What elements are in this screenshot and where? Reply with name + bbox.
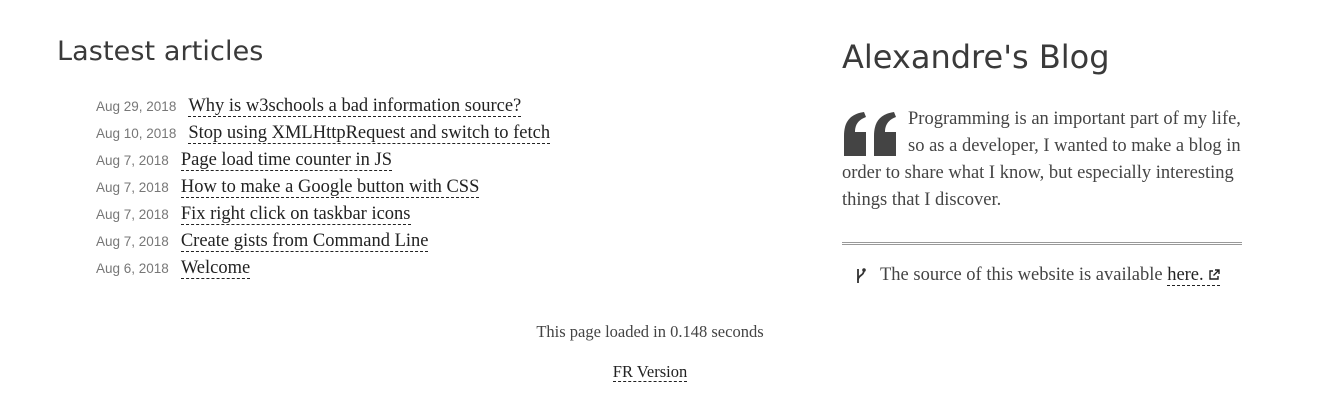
list-item: Aug 6, 2018 Welcome <box>96 255 757 282</box>
article-link[interactable]: How to make a Google button with CSS <box>180 177 480 198</box>
quote-text: Programming is an important part of my l… <box>842 109 1241 210</box>
list-item: Aug 7, 2018 How to make a Google button … <box>96 174 757 201</box>
article-date: Aug 7, 2018 <box>96 207 169 222</box>
quote-icon <box>844 112 896 156</box>
list-item: Aug 7, 2018 Page load time counter in JS <box>96 147 757 174</box>
article-list: Aug 29, 2018 Why is w3schools a bad info… <box>96 93 757 282</box>
blog-title: Alexandre's Blog <box>842 38 1110 76</box>
fr-version-link[interactable]: FR Version <box>612 362 688 382</box>
latest-articles-section: Lastest articles Aug 29, 2018 Why is w3s… <box>57 36 757 282</box>
article-date: Aug 7, 2018 <box>96 153 169 168</box>
language-switch: FR Version <box>0 362 1300 382</box>
load-time-text: This page loaded in 0.148 seconds <box>536 322 764 341</box>
page: Lastest articles Aug 29, 2018 Why is w3s… <box>0 0 1320 400</box>
source-note: The source of this website is available … <box>854 265 1242 286</box>
article-link[interactable]: Why is w3schools a bad information sourc… <box>188 96 522 117</box>
list-item: Aug 29, 2018 Why is w3schools a bad info… <box>96 93 757 120</box>
article-link[interactable]: Create gists from Command Line <box>180 231 429 252</box>
list-item: Aug 10, 2018 Stop using XMLHttpRequest a… <box>96 120 757 147</box>
list-item: Aug 7, 2018 Create gists from Command Li… <box>96 228 757 255</box>
source-link[interactable]: here. <box>1167 265 1220 286</box>
article-date: Aug 10, 2018 <box>96 126 177 141</box>
latest-articles-heading: Lastest articles <box>57 36 264 67</box>
external-link-icon <box>1208 269 1220 280</box>
divider <box>842 242 1242 245</box>
article-date: Aug 7, 2018 <box>96 180 169 195</box>
article-link[interactable]: Page load time counter in JS <box>180 150 392 171</box>
source-text: The source of this website is available <box>880 265 1163 285</box>
article-link[interactable]: Stop using XMLHttpRequest and switch to … <box>188 123 551 144</box>
git-branch-icon <box>857 267 866 283</box>
article-date: Aug 29, 2018 <box>96 99 177 114</box>
article-date: Aug 7, 2018 <box>96 234 169 249</box>
article-link[interactable]: Fix right click on taskbar icons <box>180 204 411 225</box>
list-item: Aug 7, 2018 Fix right click on taskbar i… <box>96 201 757 228</box>
article-date: Aug 6, 2018 <box>96 261 169 276</box>
blog-description: Programming is an important part of my l… <box>842 106 1242 214</box>
article-link[interactable]: Welcome <box>180 258 251 279</box>
blog-sidebar: Alexandre's Blog Programming is an impor… <box>842 38 1242 286</box>
